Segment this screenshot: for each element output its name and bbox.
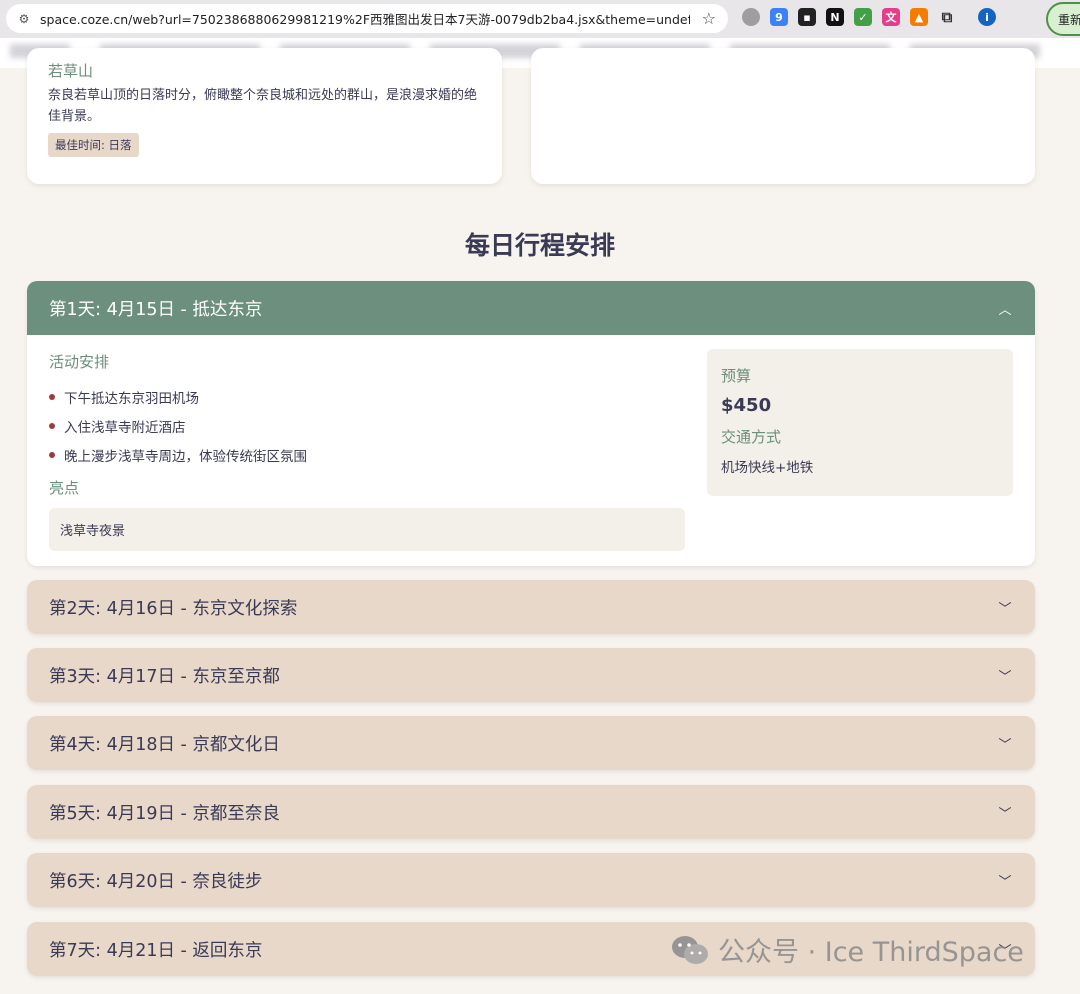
highlights-title: 亮点 bbox=[49, 479, 80, 497]
bullet-icon bbox=[49, 422, 55, 429]
extension-pink-icon[interactable]: 文 bbox=[882, 8, 900, 26]
chevron-down-icon: ﹀ bbox=[998, 601, 1012, 617]
day-title: 第2天: 4月16日 - 东京文化探索 bbox=[49, 598, 298, 619]
extension-circle-icon[interactable] bbox=[742, 8, 760, 26]
extension-dark-icon[interactable]: ▪ bbox=[798, 8, 816, 26]
activities-list: 下午抵达东京羽田机场 入住浅草寺附近酒店 晚上漫步浅草寺周边，体验传统街区氛围 bbox=[49, 382, 307, 469]
day-header-2[interactable]: 第2天: 4月16日 - 东京文化探索 ﹀ bbox=[27, 580, 1035, 634]
extension-notion-icon[interactable]: N bbox=[826, 8, 844, 26]
day-body-1: 活动安排 下午抵达东京羽田机场 入住浅草寺附近酒店 晚上漫步浅草寺周边，体验传统… bbox=[27, 335, 1035, 566]
page-content: 若草山 奈良若草山顶的日落时分，俯瞰整个奈良城和远处的群山，是浪漫求婚的绝佳背景… bbox=[0, 48, 1080, 994]
chevron-up-icon: ︿ bbox=[998, 302, 1012, 318]
extension-fox-icon[interactable]: ▲ bbox=[910, 8, 928, 26]
day-title: 第3天: 4月17日 - 东京至京都 bbox=[49, 666, 280, 687]
activity-text: 下午抵达东京羽田机场 bbox=[64, 390, 199, 407]
day-header-6[interactable]: 第6天: 4月20日 - 奈良徒步 ﹀ bbox=[27, 853, 1035, 907]
budget-label: 预算 bbox=[721, 367, 752, 385]
bullet-icon bbox=[49, 393, 55, 400]
day-card-6[interactable]: 第6天: 4月20日 - 奈良徒步 ﹀ bbox=[27, 853, 1035, 907]
day-card-4[interactable]: 第4天: 4月18日 - 京都文化日 ﹀ bbox=[27, 716, 1035, 770]
profile-avatar-icon[interactable]: i bbox=[978, 8, 996, 26]
browser-toolbar: ⚙ space.coze.cn/web?url=7502386880629981… bbox=[0, 0, 1080, 38]
day-title: 第6天: 4月20日 - 奈良徒步 bbox=[49, 871, 263, 892]
list-item: 晚上漫步浅草寺周边，体验传统街区氛围 bbox=[49, 440, 307, 469]
day-card-3[interactable]: 第3天: 4月17日 - 东京至京都 ﹀ bbox=[27, 648, 1035, 702]
chevron-down-icon: ﹀ bbox=[998, 806, 1012, 822]
day-card-2[interactable]: 第2天: 4月16日 - 东京文化探索 ﹀ bbox=[27, 580, 1035, 634]
day-title: 第1天: 4月15日 - 抵达东京 bbox=[49, 299, 263, 320]
day-title: 第4天: 4月18日 - 京都文化日 bbox=[49, 734, 280, 755]
activities-title: 活动安排 bbox=[49, 353, 110, 371]
url-text[interactable]: space.coze.cn/web?url=750238688062998121… bbox=[40, 9, 690, 28]
extensions-puzzle-icon[interactable]: ⧉ bbox=[938, 8, 956, 26]
day-header-4[interactable]: 第4天: 4月18日 - 京都文化日 ﹀ bbox=[27, 716, 1035, 770]
activity-text: 入住浅草寺附近酒店 bbox=[64, 419, 186, 436]
transport-label: 交通方式 bbox=[721, 428, 782, 446]
list-item: 入住浅草寺附近酒店 bbox=[49, 411, 307, 440]
extension-shield-icon[interactable]: ✓ bbox=[854, 8, 872, 26]
spot-card: 若草山 奈良若草山顶的日落时分，俯瞰整个奈良城和远处的群山，是浪漫求婚的绝佳背景… bbox=[27, 48, 502, 184]
spot-card-empty bbox=[531, 48, 1035, 184]
best-time-badge: 最佳时间: 日落 bbox=[48, 133, 139, 157]
wechat-icon bbox=[672, 935, 708, 964]
section-title: 每日行程安排 bbox=[464, 231, 615, 260]
highlight-box: 浅草寺夜景 bbox=[49, 508, 685, 551]
bookmark-star-icon[interactable]: ☆ bbox=[702, 9, 716, 28]
list-item: 下午抵达东京羽田机场 bbox=[49, 382, 307, 411]
extensions-area: 9 ▪ N ✓ 文 ▲ ⧉ i bbox=[742, 8, 996, 26]
day-title: 第7天: 4月21日 - 返回东京 bbox=[49, 940, 263, 961]
day-card-1: 第1天: 4月15日 - 抵达东京 ︿ 活动安排 下午抵达东京羽田机场 入住浅草… bbox=[27, 281, 1035, 566]
bullet-icon bbox=[49, 451, 55, 458]
chevron-down-icon: ﹀ bbox=[998, 737, 1012, 753]
transport-value: 机场快线+地铁 bbox=[721, 460, 814, 476]
day-card-5[interactable]: 第5天: 4月19日 - 京都至奈良 ﹀ bbox=[27, 785, 1035, 839]
day-header-5[interactable]: 第5天: 4月19日 - 京都至奈良 ﹀ bbox=[27, 785, 1035, 839]
day-header-1[interactable]: 第1天: 4月15日 - 抵达东京 ︿ bbox=[27, 281, 1035, 335]
budget-value: $450 bbox=[721, 395, 772, 416]
day-title: 第5天: 4月19日 - 京都至奈良 bbox=[49, 803, 280, 824]
watermark: 公众号 · Ice ThirdSpace bbox=[670, 930, 1024, 969]
budget-panel: 预算 $450 交通方式 机场快线+地铁 bbox=[707, 349, 1013, 496]
reload-button[interactable]: 重新 bbox=[1046, 2, 1080, 36]
spot-name: 若草山 bbox=[48, 62, 94, 80]
activity-text: 晚上漫步浅草寺周边，体验传统街区氛围 bbox=[64, 448, 307, 465]
chevron-down-icon: ﹀ bbox=[998, 874, 1012, 890]
site-info-icon[interactable]: ⚙ bbox=[16, 11, 32, 27]
address-bar[interactable]: ⚙ space.coze.cn/web?url=7502386880629981… bbox=[6, 4, 728, 33]
spot-description: 奈良若草山顶的日落时分，俯瞰整个奈良城和远处的群山，是浪漫求婚的绝佳背景。 bbox=[48, 88, 478, 124]
extension-translate-icon[interactable]: 9 bbox=[770, 8, 788, 26]
watermark-text: 公众号 · Ice ThirdSpace bbox=[718, 937, 1024, 968]
chevron-down-icon: ﹀ bbox=[998, 669, 1012, 685]
day-header-3[interactable]: 第3天: 4月17日 - 东京至京都 ﹀ bbox=[27, 648, 1035, 702]
